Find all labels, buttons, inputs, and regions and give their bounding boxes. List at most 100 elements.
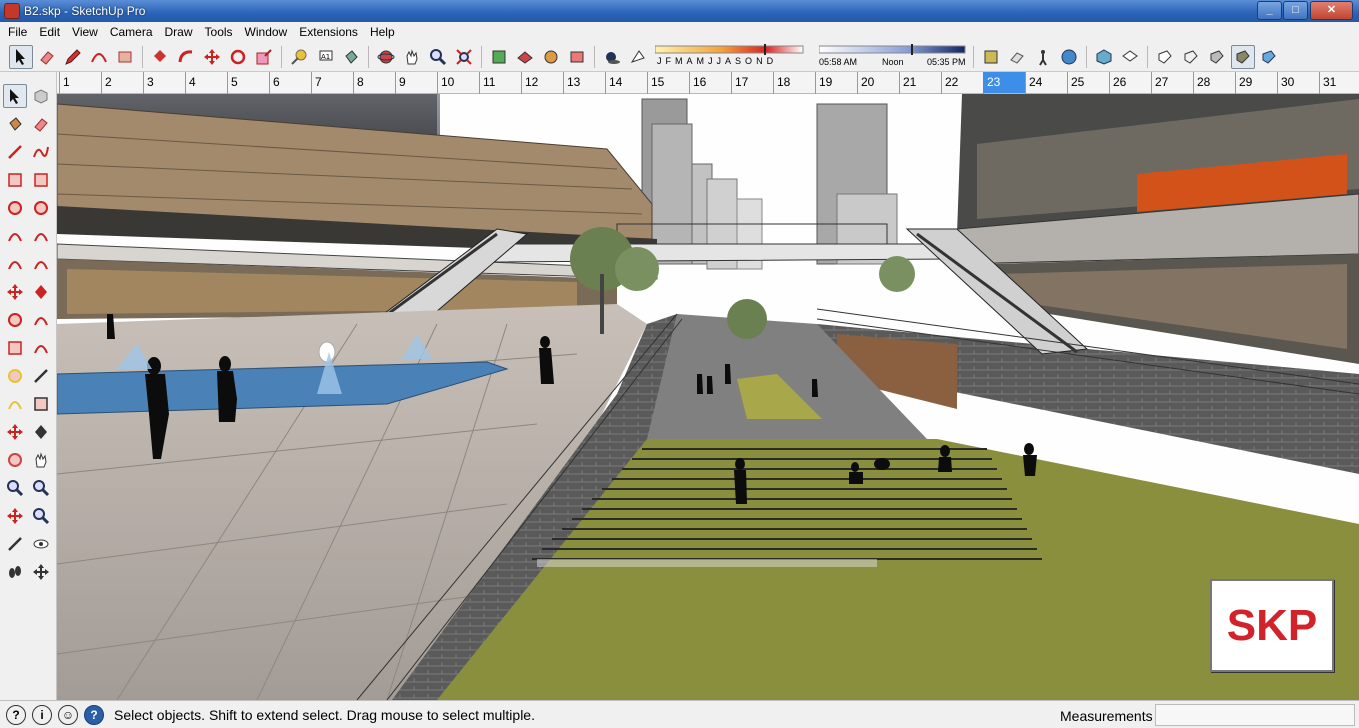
line-button[interactable]: [3, 140, 27, 164]
axes-button[interactable]: [3, 420, 27, 444]
menu-help[interactable]: Help: [364, 25, 401, 39]
ruler-number[interactable]: 15: [651, 75, 664, 89]
rotate-button[interactable]: [3, 308, 27, 332]
zoom-extents-button[interactable]: [452, 45, 476, 69]
move-button[interactable]: [200, 45, 224, 69]
ruler-number[interactable]: 27: [1155, 75, 1168, 89]
ruler-number[interactable]: 22: [945, 75, 958, 89]
shaded-button[interactable]: [1205, 45, 1229, 69]
geolocation-button[interactable]: [1057, 45, 1081, 69]
arc-button[interactable]: [87, 45, 111, 69]
menu-tools[interactable]: Tools: [199, 25, 239, 39]
follow-me-button[interactable]: [29, 308, 53, 332]
ruler-number[interactable]: 29: [1239, 75, 1252, 89]
orbit-button[interactable]: [374, 45, 398, 69]
freehand-button[interactable]: [29, 140, 53, 164]
section-plane-button[interactable]: [979, 45, 1003, 69]
ruler-number[interactable]: 20: [861, 75, 874, 89]
layout-button[interactable]: [565, 45, 589, 69]
monochrome-button[interactable]: [1257, 45, 1281, 69]
model-viewport[interactable]: SKP: [57, 94, 1359, 700]
3d-text-button[interactable]: [29, 420, 53, 444]
ruler-number[interactable]: 12: [525, 75, 538, 89]
shadow-time-slider[interactable]: 05:58 AM Noon 05:35 PM: [819, 43, 969, 70]
shadow-month-slider[interactable]: JFMAMJJASOND: [655, 43, 815, 70]
close-button[interactable]: ✕: [1310, 1, 1353, 20]
look-around-button[interactable]: [29, 532, 53, 556]
ruler-number[interactable]: 9: [399, 75, 406, 89]
walk-button[interactable]: [1031, 45, 1055, 69]
menu-extensions[interactable]: Extensions: [293, 25, 364, 39]
push-pull-button[interactable]: [29, 280, 53, 304]
fog-toggle-button[interactable]: [626, 45, 650, 69]
ruler-number[interactable]: 19: [819, 75, 832, 89]
rotated-rectangle-button[interactable]: [29, 168, 53, 192]
ruler-number[interactable]: 26: [1113, 75, 1126, 89]
scale-button[interactable]: [252, 45, 276, 69]
tape-measure-button[interactable]: [3, 364, 27, 388]
menu-view[interactable]: View: [66, 25, 104, 39]
menu-edit[interactable]: Edit: [33, 25, 66, 39]
tape-measure-button[interactable]: [287, 45, 311, 69]
shadows-toggle-button[interactable]: [600, 45, 624, 69]
wireframe-button[interactable]: [1179, 45, 1203, 69]
ruler-number[interactable]: 4: [189, 75, 196, 89]
ruler-number[interactable]: 1: [63, 75, 70, 89]
two-point-arc-button[interactable]: [3, 252, 27, 276]
menu-file[interactable]: File: [2, 25, 33, 39]
ruler-number[interactable]: 18: [777, 75, 790, 89]
polygon-button[interactable]: [29, 196, 53, 220]
warehouse-button[interactable]: [487, 45, 511, 69]
ruler-number[interactable]: 5: [231, 75, 238, 89]
eraser-button[interactable]: [29, 112, 53, 136]
ruler-number[interactable]: 31: [1323, 75, 1336, 89]
ruler-number[interactable]: 30: [1281, 75, 1294, 89]
three-point-arc-button[interactable]: [29, 252, 53, 276]
push-pull-button[interactable]: [148, 45, 172, 69]
pan-button[interactable]: [400, 45, 424, 69]
ruler-number[interactable]: 25: [1071, 75, 1084, 89]
pencil-button[interactable]: [61, 45, 85, 69]
measurements-input[interactable]: [1155, 704, 1355, 726]
ruler-number[interactable]: 7: [315, 75, 322, 89]
menu-camera[interactable]: Camera: [104, 25, 159, 39]
shaded-textures-button[interactable]: [1231, 44, 1255, 69]
rectangle-button[interactable]: [113, 45, 137, 69]
zoom-extents-button[interactable]: [3, 504, 27, 528]
user-account-icon[interactable]: ☺: [58, 704, 78, 725]
credits-info-icon[interactable]: i: [32, 704, 52, 725]
ruler-number[interactable]: 6: [273, 75, 280, 89]
text-button[interactable]: [29, 392, 53, 416]
menu-window[interactable]: Window: [239, 25, 294, 39]
zoom-window-button[interactable]: [29, 476, 53, 500]
maximize-button[interactable]: □: [1283, 1, 1308, 20]
ruler-number[interactable]: 8: [357, 75, 364, 89]
geo-location-status-icon[interactable]: ?: [6, 704, 26, 725]
display-section-button[interactable]: [1005, 45, 1029, 69]
zoom-button[interactable]: [3, 476, 27, 500]
ruler-number[interactable]: 23: [987, 75, 1000, 89]
orbit-button[interactable]: [3, 448, 27, 472]
ruler-number[interactable]: 3: [147, 75, 154, 89]
circle-button[interactable]: [3, 196, 27, 220]
share-model-button[interactable]: [513, 45, 537, 69]
rectangle-button[interactable]: [3, 168, 27, 192]
ruler-number[interactable]: 28: [1197, 75, 1210, 89]
pie-button[interactable]: [29, 224, 53, 248]
protractor-button[interactable]: [3, 392, 27, 416]
ruler-number[interactable]: 24: [1029, 75, 1042, 89]
follow-me-button[interactable]: [174, 45, 198, 69]
move-button[interactable]: [3, 280, 27, 304]
paint-bucket-button[interactable]: [3, 112, 27, 136]
rotate-button[interactable]: [226, 45, 250, 69]
minimize-button[interactable]: _: [1257, 1, 1282, 20]
select-tool-button[interactable]: [9, 44, 33, 69]
ruler-number[interactable]: 17: [735, 75, 748, 89]
previous-view-button[interactable]: [29, 504, 53, 528]
top-view-button[interactable]: [1118, 45, 1142, 69]
instructor-help-icon[interactable]: ?: [84, 704, 104, 725]
component-tool-button[interactable]: [29, 84, 53, 108]
ruler-number[interactable]: 10: [441, 75, 454, 89]
scale-button[interactable]: [3, 336, 27, 360]
offset-button[interactable]: [29, 336, 53, 360]
